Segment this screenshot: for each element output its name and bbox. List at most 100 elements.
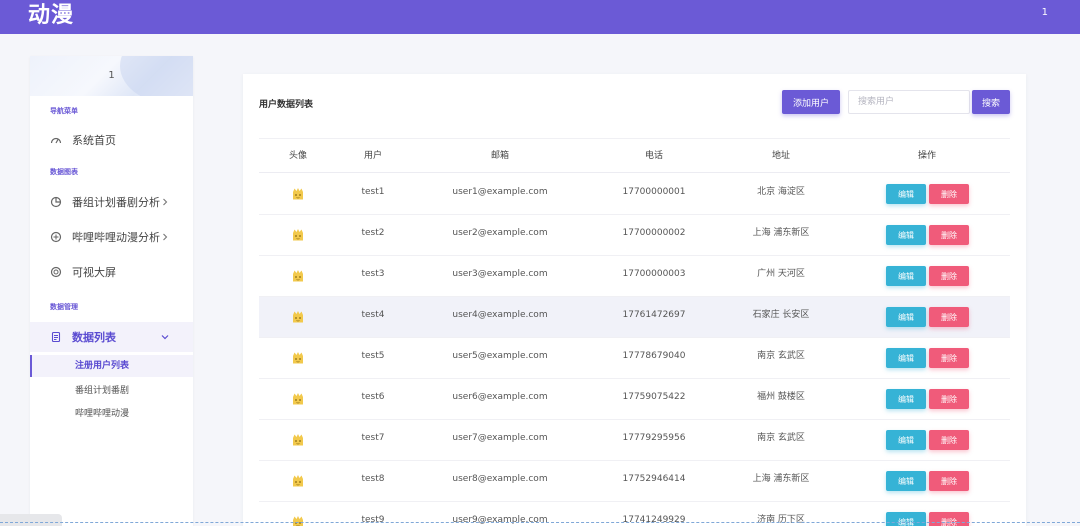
sidebar-username: 1 [108,70,115,81]
delete-button[interactable]: 删除 [929,471,969,491]
delete-button[interactable]: 删除 [929,225,969,245]
sidebar-user-card: 1 [30,56,193,96]
cell-email: user5@example.com [452,351,548,361]
cell-user: test7 [361,433,385,443]
edit-button[interactable]: 编辑 [886,266,926,286]
table-row: test6 user6@example.com 17759075422 福州 鼓楼区 编… [259,379,1010,420]
delete-button[interactable]: 删除 [929,184,969,204]
cell-address: 石家庄 长安区 [752,310,810,320]
delete-button[interactable]: 删除 [929,266,969,286]
search-button[interactable]: 搜索 [972,90,1010,114]
column-header-user: 用户 [363,151,383,161]
table-row: test1 user1@example.com 17700000001 北京 海淀区 编… [259,174,1010,215]
avatar-icon [291,227,305,241]
cell-user: test8 [361,474,385,484]
user-menu[interactable]: 1 [1042,0,1048,26]
delete-button[interactable]: 删除 [929,307,969,327]
cell-user: test2 [361,228,385,238]
delete-button[interactable]: 删除 [929,512,969,526]
section-label-nav: 导航菜单 [50,107,78,115]
cell-email: user8@example.com [452,474,548,484]
edit-button[interactable]: 编辑 [886,307,926,327]
sidebar-item-home[interactable]: 系统首页 [30,125,193,155]
cell-address: 上海 浦东新区 [752,474,810,484]
column-header-phone: 电话 [644,151,664,161]
chart-icon [50,196,62,208]
table-row: test4 user4@example.com 17761472697 石家庄 长安区… [259,297,1010,338]
cell-address: 福州 鼓楼区 [757,392,805,402]
sidebar: 1 导航菜单 系统首页 数据图表 番组计划番剧分析 哔哩哔哩动漫分析 可视大屏 … [30,56,193,526]
edit-button[interactable]: 编辑 [886,512,926,526]
top-bar: 动漫 1 [0,0,1080,34]
column-header-actions: 操作 [917,151,937,161]
tv-icon [50,231,62,243]
sidebar-item-label: 系统首页 [72,134,116,147]
delete-button[interactable]: 删除 [929,389,969,409]
section-label-data: 数据管理 [50,303,78,311]
sidebar-subitem-bilibili[interactable]: 哔哩哔哩动漫 [30,403,193,425]
sidebar-item-label: 可视大屏 [72,266,116,279]
edit-button[interactable]: 编辑 [886,225,926,245]
edit-button[interactable]: 编辑 [886,471,926,491]
dashboard-icon [50,134,62,146]
table-row: test7 user7@example.com 17779295956 南京 玄武区 编… [259,420,1010,461]
app-logo[interactable]: 动漫 [28,1,74,31]
avatar-icon [291,432,305,446]
avatar-icon [291,309,305,323]
edit-button[interactable]: 编辑 [886,348,926,368]
cell-address: 南京 玄武区 [757,351,805,361]
edit-button[interactable]: 编辑 [886,184,926,204]
column-header-avatar: 头像 [288,151,308,161]
sidebar-item-big-screen[interactable]: 可视大屏 [30,257,193,287]
chevron-right-icon [159,231,171,243]
cell-phone: 17700000003 [622,269,686,279]
table-row: test3 user3@example.com 17700000003 广州 天河区 编… [259,256,1010,297]
search-input[interactable] [848,90,970,114]
sidebar-item-bangumi-analysis[interactable]: 番组计划番剧分析 [30,187,193,217]
avatar-icon [291,473,305,487]
cell-email: user6@example.com [452,392,548,402]
cell-email: user3@example.com [452,269,548,279]
cell-phone: 17700000002 [622,228,686,238]
table-row: test2 user2@example.com 17700000002 上海 浦东新区… [259,215,1010,256]
edit-button[interactable]: 编辑 [886,430,926,450]
cell-user: test1 [361,187,385,197]
cell-phone: 17761472697 [622,310,686,320]
cell-email: user1@example.com [452,187,548,197]
cell-user: test3 [361,269,385,279]
page-title: 用户数据列表 [259,100,314,110]
sidebar-subitem-bangumi[interactable]: 番组计划番剧 [30,380,193,402]
avatar-icon [291,268,305,282]
add-user-button[interactable]: 添加用户 [782,90,840,114]
chevron-down-icon [159,331,171,343]
cell-phone: 17759075422 [622,392,686,402]
sidebar-item-bilibili-analysis[interactable]: 哔哩哔哩动漫分析 [30,222,193,252]
bottom-scroll-tab[interactable] [0,514,62,526]
column-header-email: 邮箱 [490,151,510,161]
table-header: 头像 用户 邮箱 电话 地址 操作 [259,138,1010,173]
table-row: test8 user8@example.com 17752946414 上海 浦东新区… [259,461,1010,502]
avatar-icon [291,350,305,364]
delete-button[interactable]: 删除 [929,430,969,450]
cell-email: user4@example.com [452,310,548,320]
edit-button[interactable]: 编辑 [886,389,926,409]
chevron-right-icon [159,196,171,208]
cell-phone: 17700000001 [622,187,686,197]
cell-user: test4 [361,310,385,320]
sidebar-item-label: 番组计划番剧分析 [72,196,160,209]
avatar-icon [291,514,305,526]
section-label-charts: 数据图表 [50,168,78,176]
cell-address: 北京 海淀区 [757,187,805,197]
sidebar-item-label: 数据列表 [72,331,116,344]
cell-phone: 17752946414 [622,474,686,484]
column-header-address: 地址 [771,151,791,161]
target-icon [50,266,62,278]
delete-button[interactable]: 删除 [929,348,969,368]
cell-email: user2@example.com [452,228,548,238]
cell-address: 南京 玄武区 [757,433,805,443]
cell-phone: 17779295956 [622,433,686,443]
sidebar-item-data-list[interactable]: 数据列表 [30,322,193,352]
sidebar-subitem-users[interactable]: 注册用户列表 [30,355,193,377]
cell-email: user7@example.com [452,433,548,443]
table-row: test5 user5@example.com 17778679040 南京 玄武区 编… [259,338,1010,379]
